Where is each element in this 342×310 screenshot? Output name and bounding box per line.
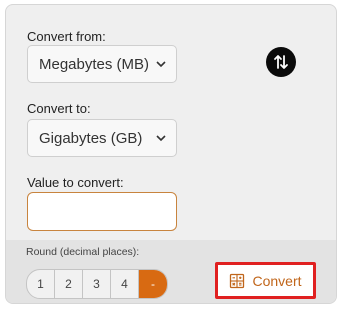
swap-vertical-arrows-icon [274,55,288,69]
decimal-option-2[interactable]: 2 [55,270,83,298]
round-label: Round (decimal places): [26,246,140,258]
unit-converter-panel: Convert from: Megabytes (MB) Convert to:… [5,4,337,304]
convert-from-select[interactable]: Megabytes (MB) [27,45,177,83]
chevron-down-icon [156,135,166,142]
convert-button[interactable]: Convert [215,262,316,299]
convert-to-value: Gigabytes (GB) [39,129,143,147]
chevron-down-icon [156,61,166,68]
decimal-option-4[interactable]: 4 [111,270,139,298]
convert-from-label: Convert from: [27,29,106,44]
value-to-convert-label: Value to convert: [27,175,124,190]
convert-to-select[interactable]: Gigabytes (GB) [27,119,177,157]
decimal-option-3[interactable]: 3 [83,270,111,298]
calculator-icon [230,273,245,288]
swap-units-button[interactable] [266,47,296,77]
options-footer: Round (decimal places): 1 2 3 4 - Conver… [6,240,336,303]
decimal-option-none[interactable]: - [139,270,167,298]
decimal-places-selector: 1 2 3 4 - [26,269,168,299]
convert-from-value: Megabytes (MB) [39,55,150,73]
value-to-convert-input[interactable] [27,192,177,231]
convert-to-label: Convert to: [27,101,91,116]
decimal-option-1[interactable]: 1 [27,270,55,298]
convert-button-label: Convert [252,272,302,289]
